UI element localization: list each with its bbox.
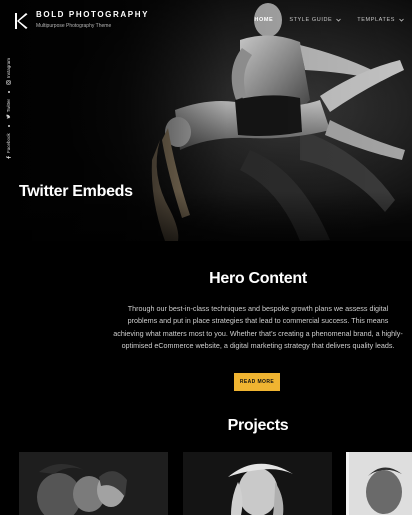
brand-title: BOLD PHOTOGRAPHY (36, 10, 150, 19)
main-nav: HOME STYLE GUIDE TEMPLATES (254, 17, 404, 23)
nav-item-label: HOME (254, 17, 274, 23)
read-more-button[interactable]: READ MORE (234, 373, 280, 391)
social-label: Instagram (6, 57, 11, 78)
project-image (19, 452, 168, 515)
nav-item-home[interactable]: HOME (254, 17, 273, 23)
instagram-icon (6, 80, 11, 85)
social-link-facebook[interactable]: Facebook (6, 133, 11, 160)
social-label: Facebook (6, 133, 11, 153)
project-thumbnail[interactable] (346, 452, 412, 515)
twitter-icon (6, 114, 11, 119)
chevron-down-icon (399, 18, 404, 22)
social-link-instagram[interactable]: Instagram (6, 58, 11, 85)
social-separator (7, 90, 10, 93)
hero-banner: BOLD PHOTOGRAPHY Multipurpose Photograph… (0, 0, 412, 241)
project-thumbnail[interactable] (19, 452, 168, 515)
chevron-down-icon (336, 18, 342, 22)
brand[interactable]: BOLD PHOTOGRAPHY Multipurpose Photograph… (14, 10, 149, 30)
facebook-icon (6, 156, 11, 159)
nav-item-style-guide[interactable]: STYLE GUIDE (289, 17, 342, 23)
project-thumbnail[interactable] (183, 452, 332, 515)
hero-content-title: Hero Content (209, 270, 307, 287)
social-separator (7, 125, 10, 128)
social-label: Twitter (6, 98, 11, 113)
brand-text: BOLD PHOTOGRAPHY Multipurpose Photograph… (36, 10, 149, 29)
k-logo-icon (15, 13, 28, 29)
project-image (183, 452, 332, 515)
projects-title: Projects (227, 417, 289, 434)
nav-item-label: STYLE GUIDE (289, 17, 333, 23)
hero-content-body: Through our best-in-class techniques and… (113, 304, 403, 351)
nav-item-templates[interactable]: TEMPLATES (357, 17, 404, 23)
project-image (346, 452, 412, 515)
social-link-twitter[interactable]: Twitter (6, 99, 11, 119)
nav-item-label: TEMPLATES (357, 17, 395, 23)
social-links: Facebook Twitter Instagram (6, 58, 11, 160)
brand-subtitle: Multipurpose Photography Theme (36, 23, 112, 29)
hero-title: Twitter Embeds (19, 183, 133, 200)
